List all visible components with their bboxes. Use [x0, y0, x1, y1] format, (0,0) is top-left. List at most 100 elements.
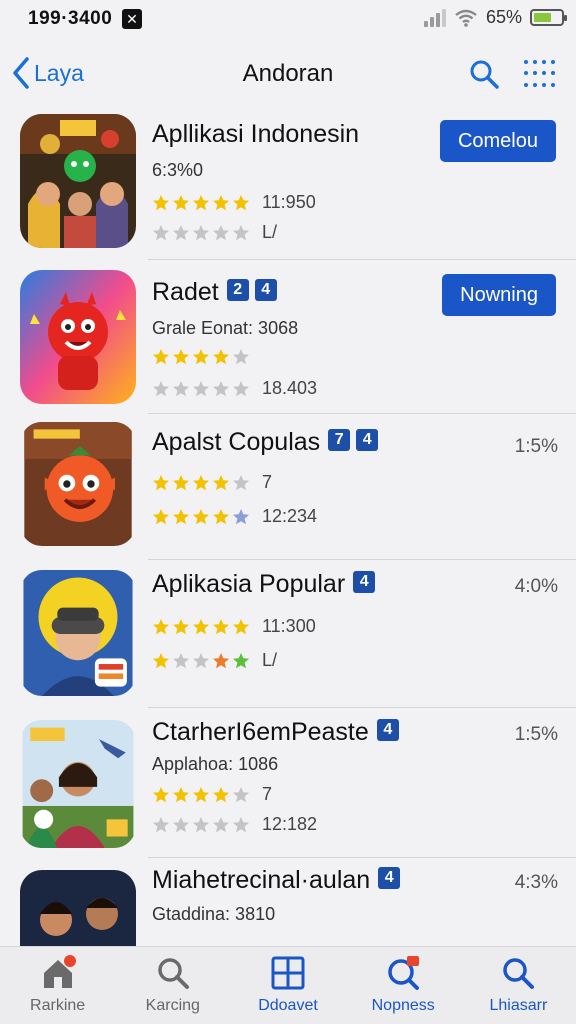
home-icon [43, 955, 76, 988]
tab-label: Lhiasarr [489, 997, 548, 1014]
app-icon [23, 570, 133, 696]
app-badge: 4 [356, 429, 379, 452]
app-name: Apalst Copulas 7 4 [152, 428, 379, 457]
app-icon [22, 720, 134, 848]
percentage-value: 4:0% [514, 576, 558, 597]
app-subtitle: Applahoa: 1086 [152, 754, 279, 774]
secondary-rating-line: 12:182 [152, 814, 317, 835]
star-icon [173, 380, 189, 396]
signal-icon [423, 8, 446, 27]
rating-stars [152, 380, 250, 398]
star-icon [213, 618, 229, 634]
tab-bar: Rarkine Karcing Ddoavet Nopness Lhiasarr [0, 946, 576, 1024]
star-icon [213, 652, 229, 668]
percentage-value: 4:3% [514, 872, 558, 893]
star-icon [233, 816, 249, 832]
app-subtitle: Grale Eonat: 3068 [152, 318, 299, 338]
star-icon [153, 194, 169, 210]
rating-stars [152, 816, 250, 834]
search-icon[interactable] [468, 58, 500, 90]
search-icon [503, 958, 535, 989]
star-icon [153, 380, 169, 396]
notification-search-icon [388, 956, 420, 990]
star-icon [193, 224, 209, 240]
star-icon [173, 474, 189, 490]
list-item[interactable]: Apllikasi Indonesin 6:3%0 11:950 L/ Come… [0, 104, 576, 260]
wifi-icon [455, 9, 477, 27]
star-icon [213, 786, 229, 802]
star-icon [193, 786, 209, 802]
app-name: Miahetrecinal·aulan 4 [152, 866, 401, 895]
star-icon [233, 652, 249, 668]
list-item[interactable]: Apalst Copulas 7 4 7 12:234 1:5% [0, 414, 576, 560]
tab-karcing[interactable]: Karcing [115, 947, 230, 1024]
rating-stars [152, 652, 250, 670]
star-icon [173, 786, 189, 802]
app-badges: 24 [226, 279, 277, 302]
rating-stars [152, 348, 250, 366]
app-icon [24, 422, 132, 546]
star-icon [233, 786, 249, 802]
app-name: Apllikasi Indonesin [152, 120, 360, 148]
search-icon [158, 958, 189, 989]
list-item[interactable]: Aplikasia Popular 4 11:300 L/ 4:0% [0, 560, 576, 708]
battery-percentage: 65% [485, 7, 522, 27]
list-item[interactable]: CtarherI6emPeaste 4 Applahoa: 1086 7 12:1… [0, 708, 576, 858]
star-icon [213, 380, 229, 396]
rating-stars [152, 474, 250, 492]
app-badge: 4 [378, 867, 401, 890]
tab-rarkine[interactable]: Rarkine [0, 947, 115, 1024]
status-bar: 199·3400 ✕ 65% [0, 0, 576, 40]
tab-ddoavet[interactable]: Ddoavet [230, 947, 345, 1024]
star-icon [233, 194, 249, 210]
star-icon [153, 652, 169, 668]
star-icon [153, 224, 169, 240]
tab-lhiasarr[interactable]: Lhiasarr [461, 947, 576, 1024]
nowning-button[interactable]: Nowning [442, 274, 556, 316]
app-badges: 74 [328, 429, 379, 452]
rating-line: 11:300 [152, 616, 316, 637]
app-name: Radet 2 4 [152, 278, 277, 307]
star-icon [173, 508, 189, 524]
star-icon [153, 349, 169, 365]
app-list: Apllikasi Indonesin 6:3%0 11:950 L/ Come… [0, 104, 576, 946]
rating-stars [152, 786, 250, 804]
star-icon [213, 508, 229, 524]
star-icon [213, 224, 229, 240]
app-badge: 4 [376, 719, 399, 742]
status-indicators: 65% [423, 7, 567, 28]
star-icon [213, 349, 229, 365]
star-icon [193, 652, 209, 668]
secondary-rating-line: 12:234 [152, 506, 317, 527]
star-icon [173, 618, 189, 634]
comelou-button[interactable]: Comelou [439, 120, 556, 162]
app-name: CtarherI6emPeaste 4 [152, 718, 399, 747]
star-icon [173, 652, 189, 668]
secondary-rating-line: 18.403 [152, 378, 317, 399]
app-badges: 4 [378, 867, 401, 890]
grid-menu-icon[interactable] [524, 60, 556, 90]
percentage-value: 1:5% [514, 436, 558, 457]
star-icon [153, 816, 169, 832]
star-icon [233, 474, 249, 490]
secondary-rating-line: L/ [152, 222, 277, 243]
app-badge: 7 [328, 429, 351, 452]
app-badges: 4 [353, 571, 376, 594]
navigation-bar: Laya Andoran [0, 48, 576, 100]
tab-label: Nopness [371, 997, 435, 1014]
secondary-rating-line: L/ [152, 650, 277, 671]
app-icon [20, 114, 136, 248]
star-icon [173, 816, 189, 832]
list-item[interactable]: Miahetrecinal·aulan 4 Gtaddina: 3810 4:3% [0, 858, 576, 946]
tab-nopness[interactable]: Nopness [346, 947, 461, 1024]
percentage-value: 1:5% [514, 724, 558, 745]
app-badges: 4 [376, 719, 399, 742]
star-icon [193, 349, 209, 365]
star-icon [173, 349, 189, 365]
list-item[interactable]: Radet 2 4 Grale Eonat: 3068 18.403 Nowning [0, 260, 576, 414]
tab-label: Karcing [145, 997, 200, 1014]
app-badge: 4 [254, 279, 277, 302]
app-subtitle: 6:3%0 [152, 160, 204, 180]
star-icon [153, 618, 169, 634]
grid-icon [271, 956, 305, 990]
